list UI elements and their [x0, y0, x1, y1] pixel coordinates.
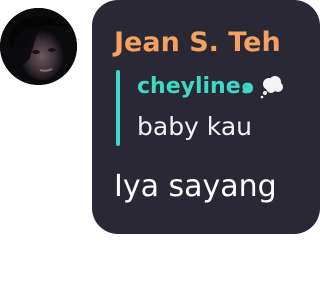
sender-name[interactable]: Jean S. Teh: [114, 25, 281, 61]
reply-author-name: cheyline๑: [137, 74, 255, 99]
message-bubble[interactable]: Jean S. Teh cheyline๑ baby kau Iya sayan…: [92, 0, 320, 234]
reply-text: baby kau: [137, 112, 253, 141]
message-text: Iya sayang: [114, 169, 277, 204]
reply-quote[interactable]: cheyline๑ baby kau: [116, 70, 306, 146]
avatar[interactable]: [0, 8, 77, 85]
thought-balloon-icon: [259, 73, 285, 108]
avatar-photo: [0, 8, 77, 85]
reply-accent-bar: [116, 70, 120, 146]
reply-author-line: cheyline๑: [137, 72, 285, 108]
